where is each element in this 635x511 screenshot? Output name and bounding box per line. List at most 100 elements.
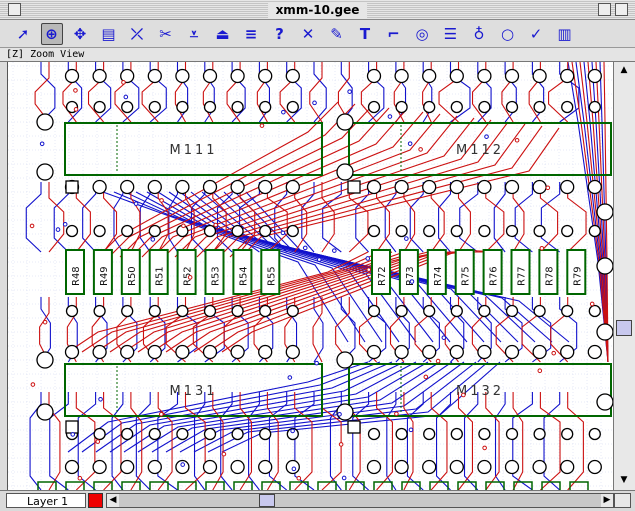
via xyxy=(30,382,36,387)
pad xyxy=(203,100,217,114)
via xyxy=(62,221,68,227)
via xyxy=(133,201,139,206)
pad xyxy=(203,427,217,441)
pad xyxy=(478,427,491,441)
check-icon[interactable]: ✓ xyxy=(525,23,547,45)
pad xyxy=(478,224,491,238)
resistor-label: R74 xyxy=(433,266,444,286)
pad xyxy=(120,179,135,195)
pad xyxy=(148,427,161,441)
pad xyxy=(92,344,107,360)
pencil-icon[interactable]: ✎ xyxy=(326,23,348,45)
pin-icon[interactable]: ♁ xyxy=(468,23,490,45)
trace xyxy=(135,392,151,490)
cut-icon[interactable]: ✂ xyxy=(155,23,177,45)
pad xyxy=(533,224,546,238)
pcb-canvas[interactable]: M111 M112 M131 M132 R48 R49 R50 R51 R52 R53 R54 R55… xyxy=(7,62,614,490)
pad xyxy=(366,179,382,195)
text-icon[interactable]: T xyxy=(354,23,376,45)
delete-icon[interactable]: ✕ xyxy=(297,23,319,45)
pad xyxy=(286,224,299,238)
pad xyxy=(285,344,300,360)
pad xyxy=(121,304,134,318)
close-box-icon[interactable] xyxy=(8,3,21,16)
pad-icon[interactable]: ⏏ xyxy=(212,23,234,45)
target-icon[interactable]: ◎ xyxy=(411,23,433,45)
toolbar: ➚ ⊕ ✥ ▤ ⤫ ✂ ⩡ ⏏ ≡? ✕ ✎ T ⌐ ◎ ☰ ♁ ○ ✓ ▥ xyxy=(0,20,635,48)
zoom-icon[interactable]: ⊕ xyxy=(40,23,63,45)
via xyxy=(281,109,286,115)
scroll-down-icon[interactable]: ▼ xyxy=(617,474,631,486)
pad xyxy=(121,224,134,238)
vertical-scrollbar[interactable]: ▲ ▼ xyxy=(613,62,635,490)
trace xyxy=(77,392,97,490)
align-icon[interactable]: ☰ xyxy=(440,23,462,45)
route-icon[interactable]: ⤫ xyxy=(126,23,148,45)
vertical-scroll-thumb[interactable] xyxy=(616,320,632,336)
pad xyxy=(588,427,601,441)
pad xyxy=(64,459,80,475)
component-icon[interactable]: ▤ xyxy=(98,23,120,45)
trace xyxy=(409,182,424,253)
pad xyxy=(336,113,354,131)
resistor-label: R72 xyxy=(377,266,388,286)
bus-icon[interactable]: ≡ xyxy=(240,23,262,45)
via xyxy=(338,442,344,447)
resistor-label: R76 xyxy=(489,266,500,286)
pad xyxy=(231,224,244,238)
pad xyxy=(505,427,519,441)
trace xyxy=(25,182,42,253)
status-bar: Layer 1 ◀ ▶ xyxy=(0,490,635,511)
pointer-icon[interactable]: ➚ xyxy=(12,23,34,45)
scroll-right-icon[interactable]: ▶ xyxy=(601,494,613,507)
layer-color-swatch[interactable] xyxy=(88,493,103,508)
via xyxy=(409,279,415,284)
pad xyxy=(532,344,547,360)
pad xyxy=(336,351,354,369)
scroll-up-icon[interactable]: ▲ xyxy=(617,64,631,76)
corner-icon[interactable]: ⌐ xyxy=(383,23,405,45)
pad xyxy=(366,459,382,475)
pad xyxy=(336,163,354,181)
via xyxy=(316,257,322,262)
collapse-box-icon[interactable] xyxy=(615,3,628,16)
pad xyxy=(147,344,162,360)
scroll-left-icon[interactable]: ◀ xyxy=(107,494,119,507)
ring-icon[interactable]: ○ xyxy=(497,23,519,45)
pad xyxy=(504,459,520,475)
pad xyxy=(176,304,189,318)
trace xyxy=(463,392,479,490)
via xyxy=(404,236,409,241)
via xyxy=(296,475,302,481)
layer-selector[interactable]: Layer 1 xyxy=(6,493,86,508)
pad xyxy=(422,179,437,195)
pad xyxy=(93,100,106,114)
horizontal-scrollbar[interactable]: ◀ ▶ xyxy=(106,493,614,508)
pcb-drawing[interactable]: M111 M112M131 M132R48 R49 R50 R51 R52 R53 R54 R55… xyxy=(8,62,614,490)
trace xyxy=(567,392,584,490)
pad xyxy=(504,344,520,360)
pad xyxy=(202,68,218,84)
pad xyxy=(587,459,602,475)
chip-icon[interactable]: ▥ xyxy=(554,23,576,45)
via-icon[interactable]: ⩡ xyxy=(183,23,205,45)
pad xyxy=(148,224,161,238)
pad xyxy=(176,427,189,441)
pad xyxy=(478,100,491,114)
via xyxy=(213,222,219,228)
pad xyxy=(423,100,436,114)
horizontal-scroll-thumb[interactable] xyxy=(259,494,275,507)
help-icon[interactable]: ? xyxy=(269,23,291,45)
zoom-box-icon[interactable] xyxy=(598,3,611,16)
via xyxy=(589,301,595,307)
via xyxy=(482,445,487,451)
pad xyxy=(230,344,245,360)
via xyxy=(290,428,295,434)
pad xyxy=(231,427,244,441)
pad xyxy=(532,68,547,84)
via xyxy=(77,475,83,481)
grow-box-icon[interactable] xyxy=(614,493,631,508)
pad xyxy=(121,100,134,114)
pan-icon[interactable]: ✥ xyxy=(69,23,91,45)
via xyxy=(121,80,126,85)
